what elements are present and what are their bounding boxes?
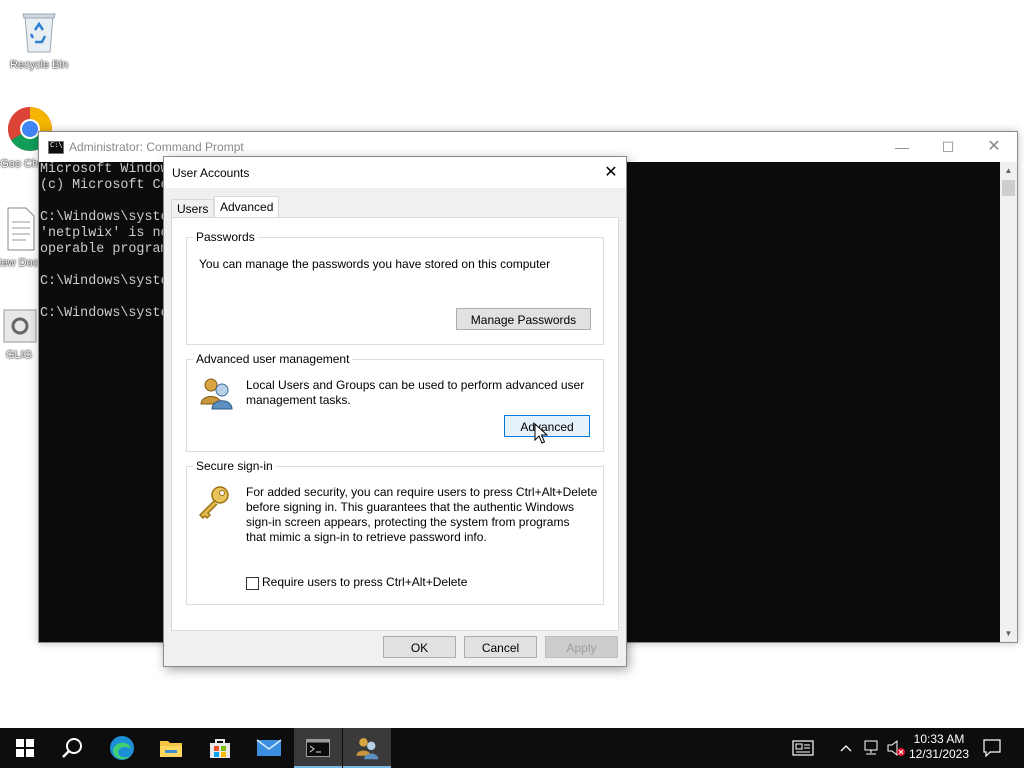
network-button[interactable] [860, 728, 882, 768]
cmd-icon [48, 141, 64, 154]
network-icon [864, 740, 878, 755]
cmd-scrollbar[interactable]: ▲ ▼ [1000, 162, 1017, 642]
taskbar-command-prompt[interactable] [294, 728, 342, 768]
recycle-bin-icon [22, 13, 56, 53]
taskbar: 10:33 AM 12/31/2023 [0, 728, 1024, 768]
mail-icon [256, 739, 282, 756]
users-taskbar-icon [356, 738, 379, 760]
settings-app-icon [3, 309, 37, 343]
chevron-up-icon [840, 745, 852, 752]
user-accounts-dialog[interactable]: User Accounts ✕ Users Advanced Passwords… [163, 156, 627, 667]
dialog-close-icon[interactable]: ✕ [596, 157, 626, 188]
advanced-user-management-heading: Advanced user management [193, 352, 353, 366]
maximize-button[interactable]: ☐ [925, 132, 971, 162]
notification-icon [983, 739, 1001, 757]
clock-date: 12/31/2023 [908, 747, 970, 761]
secure-signin-heading: Secure sign-in [193, 459, 276, 473]
windows-logo-icon [16, 739, 34, 757]
secure-signin-text-3: sign-in screen appears, protecting the s… [246, 515, 570, 529]
notifications-button[interactable] [978, 728, 1012, 768]
folder-icon [160, 741, 182, 757]
cmd-taskbar-icon [306, 739, 330, 757]
advanced-user-management-group: Advanced user management Local Users and… [186, 352, 604, 452]
passwords-heading: Passwords [193, 230, 258, 244]
news-widget-button[interactable] [786, 728, 820, 768]
taskbar-mail[interactable] [245, 728, 293, 768]
news-icon [792, 740, 814, 756]
clock[interactable]: 10:33 AM 12/31/2023 [908, 728, 970, 772]
show-hidden-icons-button[interactable] [836, 728, 856, 768]
dialog-title: User Accounts [172, 166, 250, 180]
manage-passwords-button[interactable]: Manage Passwords [456, 308, 591, 330]
start-button[interactable] [0, 728, 48, 768]
taskbar-edge[interactable] [98, 728, 146, 768]
apply-button[interactable]: Apply [545, 636, 618, 658]
secure-signin-text-4: that mimic a sign-in to retrieve passwor… [246, 530, 487, 544]
store-icon [210, 739, 230, 758]
taskbar-user-accounts[interactable] [343, 728, 391, 768]
minimize-button[interactable]: — [879, 132, 925, 162]
recycle-bin-label: Recycle Bin [9, 59, 69, 71]
require-ctrl-alt-delete-checkbox[interactable] [246, 577, 259, 590]
advanced-user-management-text-2: management tasks. [246, 393, 351, 407]
cmd-title: Administrator: Command Prompt [69, 140, 244, 154]
key-icon [198, 486, 229, 520]
secure-signin-group: Secure sign-in For added security, you c… [186, 459, 604, 605]
scroll-thumb[interactable] [1002, 180, 1015, 196]
document-icon [7, 207, 35, 251]
volume-button[interactable] [884, 728, 908, 768]
tab-advanced[interactable]: Advanced [214, 196, 280, 219]
search-icon [62, 738, 82, 758]
mouse-cursor-icon [534, 423, 548, 444]
desktop-icon-recycle-bin[interactable]: Recycle Bin [3, 8, 75, 72]
taskbar-file-explorer[interactable] [147, 728, 195, 768]
clock-time: 10:33 AM [913, 732, 965, 746]
advanced-tab-panel: Passwords You can manage the passwords y… [171, 217, 619, 631]
tab-users[interactable]: Users [171, 199, 215, 218]
search-button[interactable] [48, 728, 96, 768]
passwords-text: You can manage the passwords you have st… [199, 257, 551, 271]
secure-signin-text-2: before signing in. This guarantees that … [246, 500, 574, 514]
dialog-titlebar[interactable]: User Accounts ✕ [164, 157, 626, 188]
advanced-user-management-text-1: Local Users and Groups can be used to pe… [246, 378, 585, 392]
users-icon [200, 378, 233, 410]
cancel-button[interactable]: Cancel [464, 636, 537, 658]
require-ctrl-alt-delete-label[interactable]: Require users to press Ctrl+Alt+Delete [262, 575, 467, 590]
edge-icon [110, 736, 134, 760]
close-button[interactable]: ✕ [971, 132, 1017, 162]
secure-signin-text-1: For added security, you can require user… [246, 485, 598, 499]
scroll-down-icon[interactable]: ▼ [1000, 625, 1017, 642]
ok-button[interactable]: OK [383, 636, 456, 658]
passwords-group: Passwords You can manage the passwords y… [186, 230, 604, 345]
scroll-up-icon[interactable]: ▲ [1000, 162, 1017, 179]
volume-muted-icon [887, 739, 905, 757]
taskbar-store[interactable] [196, 728, 244, 768]
